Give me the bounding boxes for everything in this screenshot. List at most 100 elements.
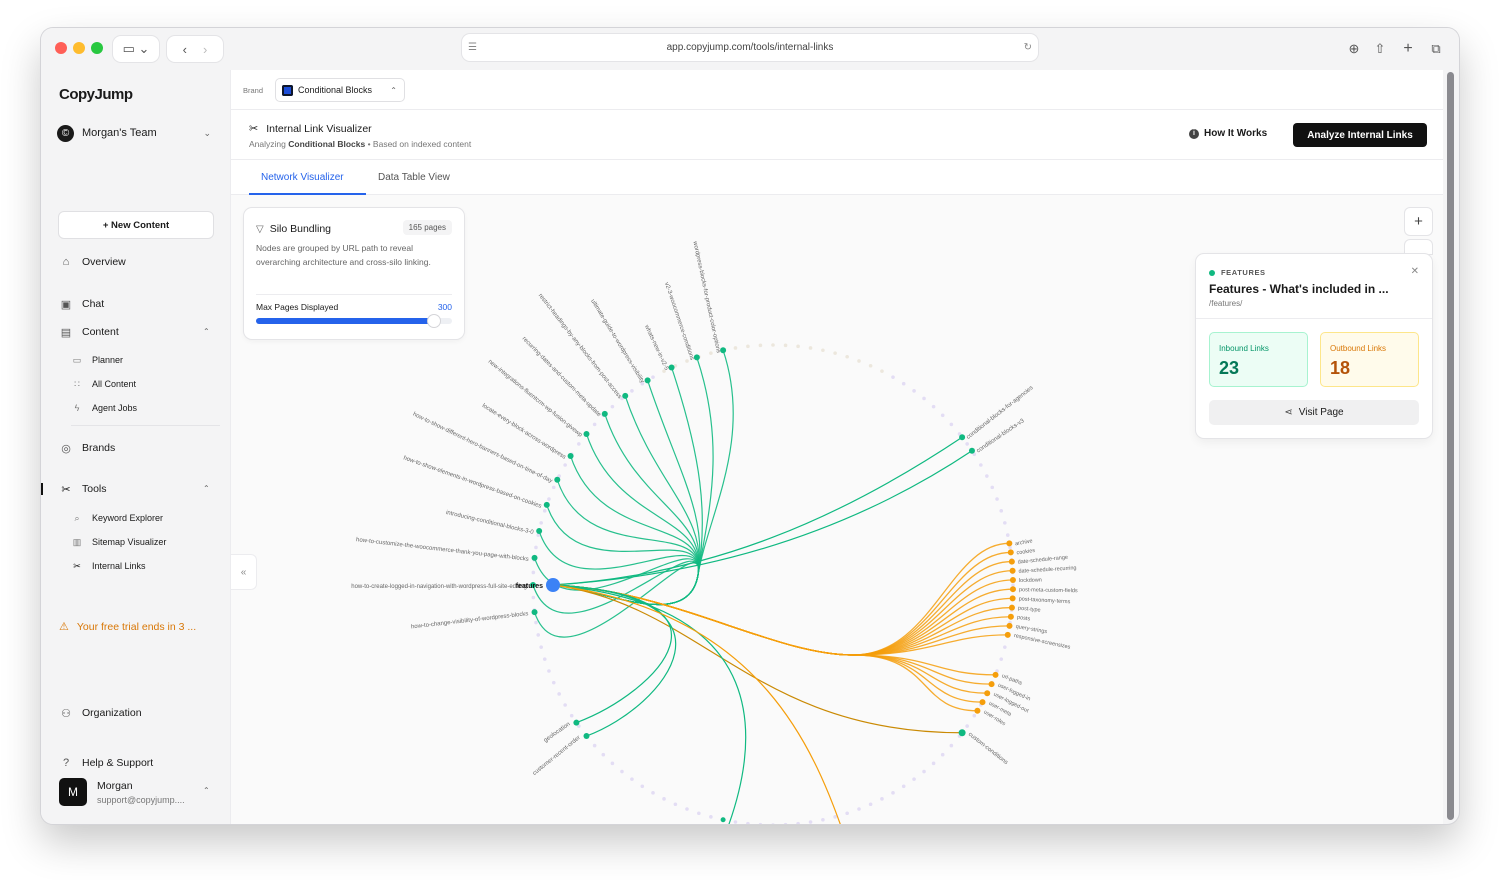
sidebar-item-sitemap-visualizer[interactable]: ▥ Sitemap Visualizer (71, 534, 167, 550)
help-icon: ? (62, 757, 70, 769)
up-down-chevron-icon: ⌃ (390, 85, 397, 95)
outbound-node (1009, 595, 1016, 602)
ring-dot (771, 823, 775, 824)
sidebar-item-internal-links[interactable]: ✂ Internal Links (71, 558, 145, 574)
new-tab-icon[interactable]: + (1397, 36, 1419, 62)
ring-dot (833, 815, 837, 819)
tab-data-table-view[interactable]: Data Table View (378, 172, 450, 183)
sidebar-item-label: Brands (82, 442, 116, 454)
address-bar[interactable]: ☰ app.copyjump.com/tools/internal-links … (462, 34, 1038, 61)
ring-dot (796, 821, 800, 824)
ring-dot (821, 348, 825, 353)
sidebar-item-keyword-explorer[interactable]: ⌕ Keyword Explorer (71, 510, 163, 526)
browser-titlebar: ▭ ⌄ ‹ › ☰ app.copyjump.com/tools/internal… (41, 28, 1459, 70)
sidebar-item-brands[interactable]: ◎ Brands (59, 439, 115, 457)
ring-dot (783, 343, 788, 348)
analyze-internal-links-button[interactable]: Analyze Internal Links (1293, 123, 1427, 147)
silo-title-text: Silo Bundling (269, 223, 331, 235)
collapse-panel-button[interactable]: « (231, 555, 256, 589)
max-pages-slider[interactable] (256, 315, 452, 327)
zoom-in-button[interactable]: + (1405, 208, 1432, 235)
status-dot (1209, 269, 1215, 276)
zoom-out-button[interactable] (1405, 240, 1432, 254)
sidebar-toggle-button[interactable]: ▭ ⌄ (113, 36, 159, 62)
download-icon[interactable]: ⊕ (1343, 36, 1365, 62)
minimize-window-button[interactable] (73, 42, 85, 54)
max-pages-label: Max Pages Displayed (256, 302, 339, 312)
ring-dot (563, 703, 567, 707)
inbound-node (583, 430, 590, 437)
ring-dot (845, 354, 849, 359)
outbound-label: Outbound Links (1330, 344, 1387, 353)
sidebar-item-planner[interactable]: ▭ Planner (71, 352, 123, 368)
outbound-node-label: posts (1017, 615, 1031, 623)
subtitle-prefix: Analyzing (249, 139, 286, 149)
brand-select[interactable]: Conditional Blocks ⌃ (275, 78, 405, 102)
team-avatar: © (57, 124, 74, 142)
sidebar-item-help[interactable]: ? Help & Support (59, 754, 153, 772)
slider-handle[interactable] (428, 315, 441, 327)
inbound-node-label: whats-new-in-v2-5 (643, 323, 670, 371)
team-switcher[interactable]: © Morgan's Team ⌄ (57, 123, 215, 143)
close-window-button[interactable] (55, 42, 67, 54)
network-canvas[interactable]: wordpress-blocks-for-product-color-optio… (231, 196, 1444, 824)
sidebar-item-organization[interactable]: ⚇ Organization (59, 704, 141, 722)
sidebar-item-agent-jobs[interactable]: ϟ Agent Jobs (71, 400, 137, 416)
sidebar-item-label: All Content (92, 379, 137, 389)
scrollbar-thumb[interactable] (1447, 72, 1454, 820)
ring-dot (891, 791, 895, 795)
sidebar-item-label: Planner (92, 355, 124, 365)
trial-banner[interactable]: ⚠ Your free trial ends in 3 ... (59, 620, 196, 634)
document-icon: ▤ (60, 326, 72, 339)
close-icon[interactable]: ✕ (1411, 266, 1419, 277)
avatar: M (59, 778, 87, 806)
share-icon[interactable]: ⇧ (1369, 36, 1391, 62)
new-content-button[interactable]: + New Content (59, 212, 213, 238)
ring-dot (940, 752, 945, 757)
inbound-node (567, 453, 574, 460)
outbound-node (1007, 549, 1014, 556)
page-settings-icon[interactable]: ☰ (468, 42, 477, 53)
chat-icon: ▣ (60, 298, 72, 311)
how-it-works-button[interactable]: i How It Works (1189, 128, 1267, 139)
ring-dot (1003, 521, 1007, 525)
sidebar-divider (71, 425, 220, 426)
ring-dot (709, 351, 713, 355)
ring-dot (901, 784, 906, 789)
tab-network-visualizer[interactable]: Network Visualizer (261, 172, 344, 183)
ring-dot (999, 657, 1004, 661)
url-text: app.copyjump.com/tools/internal-links (666, 42, 834, 53)
center-node (546, 578, 560, 592)
inbound-node-label: v2-3-woocommerce-conditions (663, 282, 695, 361)
outbound-node-label: date-schedule-recurring (1018, 565, 1076, 574)
maximize-window-button[interactable] (91, 42, 103, 54)
subtitle-brand: Conditional Blocks (288, 139, 366, 149)
ring-dot (922, 396, 926, 401)
back-icon[interactable]: ‹ (183, 42, 187, 57)
chevron-up-icon[interactable]: ⌃ (203, 484, 210, 493)
visit-page-button[interactable]: ⋖ Visit Page (1209, 400, 1419, 425)
inbound-link (552, 455, 700, 606)
ring-dot (640, 784, 645, 789)
sidebar-item-overview[interactable]: ⌂ Overview (59, 253, 126, 271)
outbound-node (1008, 558, 1015, 565)
reload-icon[interactable]: ↻ (1024, 42, 1032, 53)
tools-icon: ✂ (61, 483, 71, 496)
ring-dot (990, 485, 995, 490)
sidebar-item-tools[interactable]: ✂ Tools (59, 480, 106, 498)
tabs-overview-icon[interactable]: ⧉ (1425, 36, 1447, 62)
inbound-link (552, 584, 677, 737)
inbound-node-label: new-integrations-fluentcrm-wp-fusion-giv… (487, 359, 584, 439)
app-logo[interactable]: CopyJump (59, 86, 133, 103)
sidebar-item-label: Chat (82, 298, 105, 310)
chevron-up-icon[interactable]: ⌃ (203, 327, 210, 336)
sidebar-item-label: Sitemap Visualizer (92, 537, 167, 547)
scrollbar[interactable] (1447, 72, 1454, 820)
user-menu[interactable]: M Morgan support@copyjump.... ⌃ (59, 778, 219, 810)
ring-dot (547, 669, 551, 673)
sidebar-item-all-content[interactable]: ∷ All Content (71, 376, 136, 392)
forward-icon[interactable]: › (203, 42, 207, 57)
sidebar-item-content[interactable]: ▤ Content (59, 323, 119, 341)
ring-dot (1005, 533, 1010, 537)
sidebar-item-chat[interactable]: ▣ Chat (59, 295, 104, 313)
